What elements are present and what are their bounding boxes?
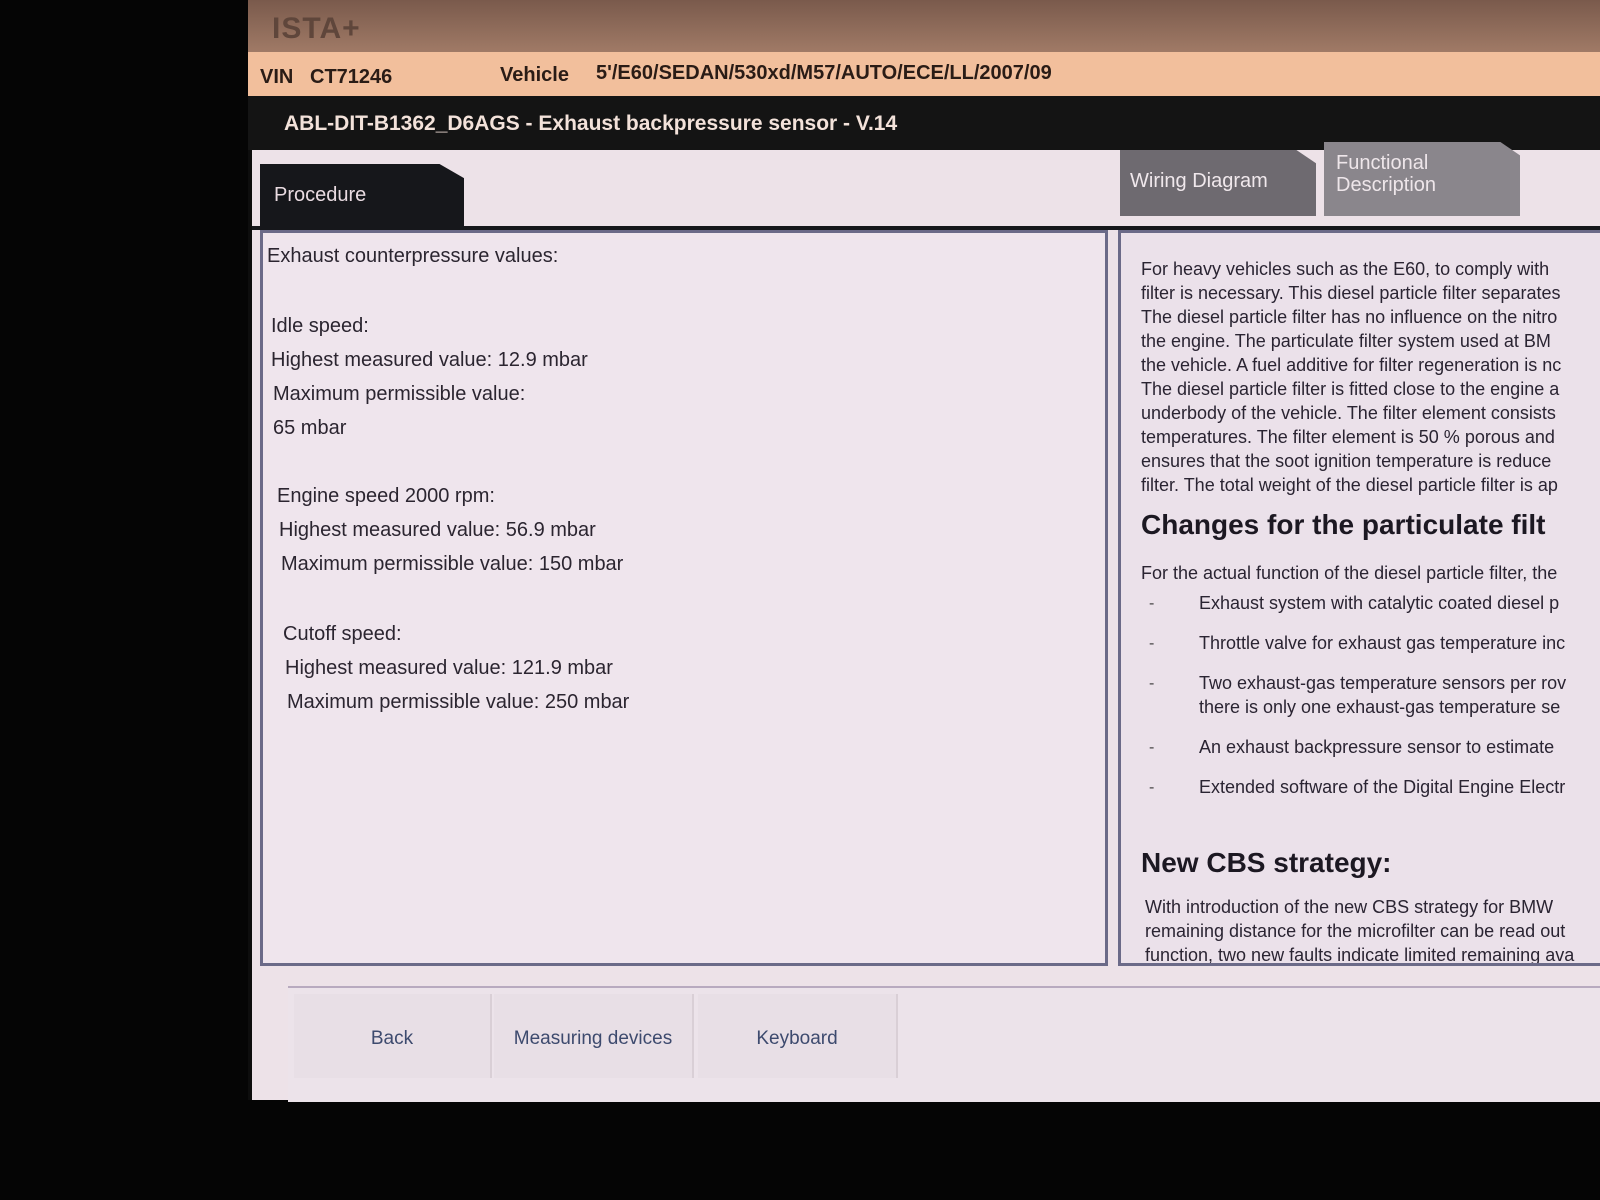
intro-line: the vehicle. A fuel additive for filter … (1141, 355, 1562, 375)
cbs-text-line: function, two new faults indicate limite… (1145, 945, 1575, 965)
bullet-item: Throttle valve for exhaust gas temperatu… (1199, 633, 1566, 653)
tab-wiring-diagram-label: Wiring Diagram (1130, 170, 1268, 192)
bottom-button-bar: Back Measuring devices Keyboard (288, 986, 1600, 1102)
rpm2000-highest-value: Highest measured value: 56.9 mbar (279, 519, 596, 541)
bullet-dash: - (1149, 635, 1155, 652)
functional-description-panel: For heavy vehicles such as the E60, to c… (1118, 230, 1600, 966)
intro-line: filter is necessary. This diesel particl… (1141, 283, 1561, 303)
cbs-heading: New CBS strategy: (1141, 847, 1392, 878)
rpm2000-label: Engine speed 2000 rpm: (277, 485, 495, 507)
bullet-dash: - (1149, 739, 1155, 756)
cutoff-speed-label: Cutoff speed: (283, 623, 402, 645)
changes-heading: Changes for the particulate filt (1141, 509, 1546, 540)
bullet-dash: - (1149, 779, 1155, 796)
tab-functional-label-line2: Description (1336, 174, 1437, 196)
idle-max-value: 65 mbar (273, 417, 347, 439)
intro-line: underbody of the vehicle. The filter ele… (1141, 403, 1556, 423)
intro-line: ensures that the soot ignition temperatu… (1141, 451, 1552, 471)
back-button[interactable]: Back (294, 994, 492, 1078)
tab-procedure[interactable]: Procedure (260, 164, 464, 228)
cbs-text-line: remaining distance for the microfilter c… (1145, 921, 1566, 941)
document-title-bar: ABL-DIT-B1362_D6AGS - Exhaust backpressu… (248, 96, 1600, 150)
tab-wiring-diagram[interactable]: Wiring Diagram (1120, 150, 1316, 216)
bullet-item: Exhaust system with catalytic coated die… (1199, 593, 1560, 613)
measuring-devices-button[interactable]: Measuring devices (494, 994, 694, 1078)
bullet-item: Two exhaust-gas temperature sensors per … (1199, 673, 1567, 693)
idle-max-label: Maximum permissible value: (273, 383, 526, 405)
tab-procedure-label: Procedure (274, 184, 367, 206)
bullet-dash: - (1149, 595, 1155, 612)
tab-functional-label-line1: Functional (1336, 152, 1429, 174)
procedure-panel: Exhaust counterpressure values: Idle spe… (260, 230, 1108, 966)
vin-label: VIN (260, 66, 294, 88)
intro-line: For heavy vehicles such as the E60, to c… (1141, 259, 1550, 279)
intro-line: filter. The total weight of the diesel p… (1141, 475, 1558, 495)
cutoff-highest-value: Highest measured value: 121.9 mbar (285, 657, 613, 679)
bullet-item-continued: there is only one exhaust-gas temperatur… (1199, 697, 1561, 717)
tab-functional-description[interactable]: Functional Description (1324, 142, 1520, 216)
app-logo: ISTA+ (272, 12, 361, 45)
cbs-text-line: With introduction of the new CBS strateg… (1145, 897, 1554, 917)
bullet-item: Extended software of the Digital Engine … (1199, 777, 1566, 797)
intro-line: The diesel particle filter is fitted clo… (1141, 379, 1560, 399)
vehicle-info-bar: VIN CT71246 Vehicle 5'/E60/SEDAN/530xd/M… (248, 52, 1600, 96)
intro-line: The diesel particle filter has no influe… (1141, 307, 1558, 327)
content-area: Procedure Wiring Diagram Functional Desc… (252, 142, 1600, 1102)
idle-highest-value: Highest measured value: 12.9 mbar (271, 349, 588, 371)
keyboard-button[interactable]: Keyboard (698, 994, 898, 1078)
vin-value: CT71246 (310, 66, 393, 88)
ista-screen: ISTA+ VIN CT71246 Vehicle 5'/E60/SEDAN/5… (248, 0, 1600, 1102)
rpm2000-max-value: Maximum permissible value: 150 mbar (281, 553, 624, 575)
procedure-heading: Exhaust counterpressure values: (267, 245, 559, 267)
vehicle-value: 5'/E60/SEDAN/530xd/M57/AUTO/ECE/LL/2007/… (596, 62, 1052, 84)
changes-intro: For the actual function of the diesel pa… (1141, 563, 1558, 583)
bullet-item: An exhaust backpressure sensor to estima… (1199, 737, 1555, 757)
idle-speed-label: Idle speed: (271, 315, 369, 337)
bullet-dash: - (1149, 675, 1155, 692)
intro-line: temperatures. The filter element is 50 %… (1141, 427, 1555, 447)
cutoff-max-value: Maximum permissible value: 250 mbar (287, 691, 630, 713)
vehicle-label: Vehicle (500, 64, 569, 86)
intro-line: the engine. The particulate filter syste… (1141, 331, 1551, 351)
app-header: ISTA+ (248, 0, 1600, 52)
document-title: ABL-DIT-B1362_D6AGS - Exhaust backpressu… (284, 112, 898, 135)
